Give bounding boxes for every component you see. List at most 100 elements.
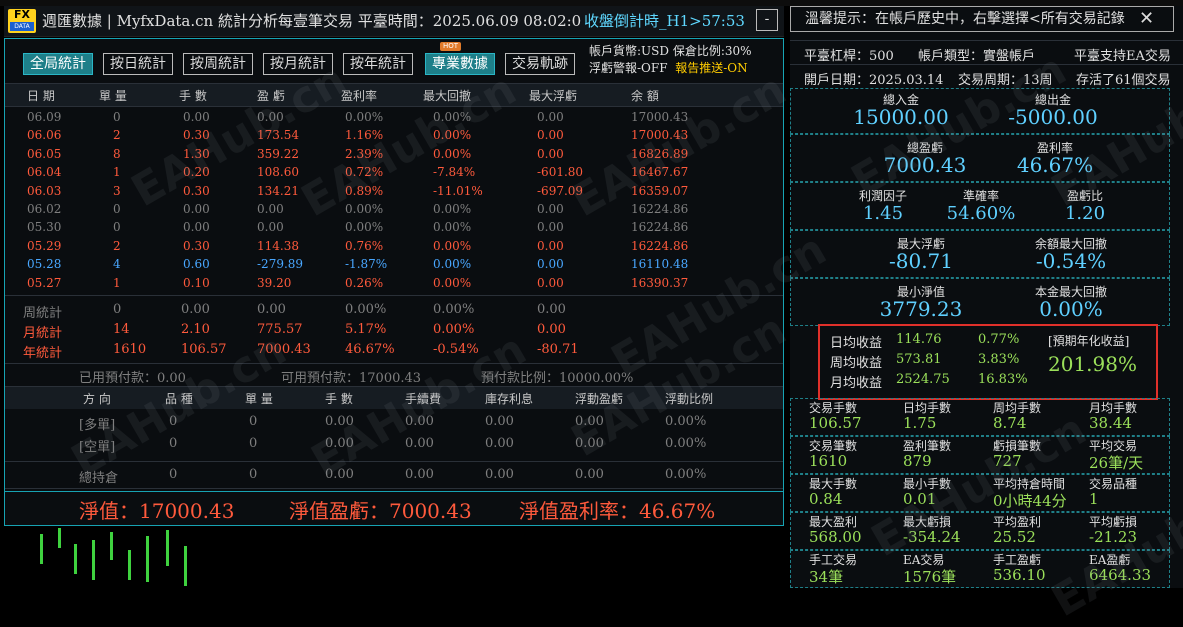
account-currency: 帳戶貨幣:USD 保倉比例:30%: [589, 44, 752, 58]
table-cell: 0.00%: [433, 128, 472, 143]
pos-col-swap: 庫存利息: [485, 392, 534, 406]
tab-monthly[interactable]: 按月統計: [263, 53, 333, 75]
table-cell: 06.03: [27, 183, 62, 198]
stats-row: 最大手數 0.84 最小手數 0.01 平均持倉時間 0小時44分 交易品種 1: [790, 474, 1170, 512]
pos-col-lots: 手 數: [325, 392, 353, 406]
capital-dd-value: 0.00%: [1039, 297, 1103, 321]
table-cell: 06.09: [27, 110, 62, 124]
table-divider: [5, 295, 783, 296]
ea-support: 平臺支持EA交易: [1074, 49, 1171, 64]
table-cell: 4: [113, 257, 121, 272]
free-margin: 可用預付款：17000.43: [281, 371, 422, 386]
stat-value: 727: [993, 452, 1022, 470]
pos-col-fee: 手續費: [405, 392, 442, 406]
annual-return-label: [預期年化收益]: [1048, 334, 1130, 348]
tab-trade-track[interactable]: 交易軌跡: [505, 53, 575, 75]
summary-cell: 0.00%: [433, 302, 475, 317]
summary-cell: 0.00%: [433, 322, 475, 337]
summary-cell: 7000.43: [257, 342, 311, 357]
col-max-float: 最大浮虧: [529, 89, 578, 103]
total-pl-value: 7000.43: [883, 153, 967, 177]
position-cell: 0.00: [575, 436, 604, 451]
weekly-return-pct: 3.83%: [978, 352, 1020, 367]
minimize-button[interactable]: -: [756, 9, 778, 31]
daily-return-value: 114.76: [896, 332, 942, 347]
daily-table-header: 日 期 單 量 手 數 盈 虧 盈利率 最大回撤 最大浮虧 余 額: [5, 83, 783, 107]
table-cell: 16224.86: [631, 202, 689, 216]
tab-daily[interactable]: 按日統計: [103, 53, 173, 75]
total-cell: 0.00: [325, 467, 354, 482]
table-cell: 06.02: [27, 202, 62, 216]
stat-value: 106.57: [809, 414, 862, 432]
table-cell: 134.21: [257, 183, 299, 198]
table-cell: 0.00: [257, 202, 284, 216]
account-info: 帳戶貨幣:USD 保倉比例:30% 浮虧警報-OFF 報告推送-ON: [589, 43, 752, 77]
panel-title-bar[interactable]: FX DATA 週匯數據 | MyfxData.cn 統計分析每壹筆交易 平臺時間…: [4, 6, 784, 37]
position-cell: 0.00: [405, 414, 434, 429]
table-cell: -1.87%: [345, 257, 388, 272]
table-cell: 0.00%: [433, 257, 472, 272]
col-profit-rate: 盈利率: [341, 89, 378, 103]
table-cell: 0.00: [537, 146, 564, 161]
margin-info-row: 已用預付款：0.00 可用預付款：17000.43 預付款比例：10000.00…: [5, 363, 783, 387]
table-cell: 0.00%: [433, 146, 472, 161]
table-cell: 16110.48: [631, 257, 689, 272]
candle-bar: [110, 532, 113, 560]
tab-global[interactable]: 全局統計: [23, 53, 93, 75]
table-row: 05.27 1 0.10 39.20 0.26% 0.00% 0.00 16390.37: [5, 275, 783, 293]
table-cell: 3: [113, 183, 121, 198]
table-cell: 2.39%: [345, 146, 384, 161]
table-cell: 17000.43: [631, 128, 689, 143]
summary-cell: 14: [113, 322, 130, 337]
pl-ratio-value: 1.20: [1064, 203, 1106, 224]
pos-col-float-pl: 浮動盈虧: [575, 392, 624, 406]
float-loss-alert[interactable]: 浮虧警報-OFF: [589, 61, 668, 75]
total-cell: 0.00: [575, 467, 604, 482]
position-row: [空單] 0 0 0.00 0.00 0.00 0.00 0.00%: [5, 435, 783, 455]
table-cell: 05.30: [27, 220, 62, 235]
stat-value: 536.10: [993, 566, 1046, 584]
fx-data-logo: FX DATA: [8, 9, 36, 33]
report-push[interactable]: 報告推送-ON: [675, 61, 747, 75]
stats-row: 交易手數 106.57 日均手數 1.75 周均手數 8.74 月均手數 38.44: [790, 398, 1170, 436]
tab-pro-data[interactable]: HOT 專業數據: [425, 42, 495, 75]
pos-col-float-rate: 浮動比例: [665, 392, 714, 406]
trade-period: 交易周期：13周: [958, 73, 1053, 88]
table-cell: 2: [113, 238, 121, 253]
summary-cell: 周統計: [23, 306, 63, 321]
accuracy-value: 54.60%: [946, 203, 1016, 224]
close-icon[interactable]: ✕: [1139, 10, 1154, 28]
drawdown-box: 最大浮虧 -80.71 余額最大回撤 -0.54%: [790, 230, 1170, 278]
col-max-dd: 最大回撤: [423, 89, 472, 103]
position-cell: [空單]: [79, 440, 116, 455]
monthly-return-value: 2524.75: [896, 372, 950, 387]
total-cell: 0.00: [405, 467, 434, 482]
position-cell: 0: [249, 436, 258, 451]
table-cell: 16224.86: [631, 238, 689, 253]
tab-weekly[interactable]: 按周統計: [183, 53, 253, 75]
deposit-box: 總入金 15000.00 總出金 -5000.00: [790, 88, 1170, 134]
position-cell: 0.00: [325, 436, 354, 451]
monthly-return-label: 月均收益: [830, 376, 883, 391]
table-cell: 114.38: [257, 238, 299, 253]
stat-value: 6464.33: [1089, 566, 1152, 584]
table-row: 06.06 2 0.30 173.54 1.16% 0.00% 0.00 17000.43: [5, 127, 783, 145]
net-profit-rate: 淨值盈利率：46.67%: [519, 499, 716, 523]
position-cell: 0.00: [485, 436, 514, 451]
pos-col-direction: 方 向: [83, 392, 111, 406]
stats-row: 手工交易 34筆 EA交易 1576筆 手工盈虧 536.10 EA盈虧 6464.33: [790, 550, 1170, 588]
table-cell: 2: [113, 128, 121, 143]
table-cell: 0.26%: [345, 275, 384, 290]
table-cell: 1.16%: [345, 128, 384, 143]
stat-value: 1: [1089, 490, 1099, 508]
table-cell: 0.89%: [345, 183, 384, 198]
table-cell: 06.04: [27, 165, 62, 180]
position-cell: 0.00%: [665, 414, 707, 429]
tab-yearly[interactable]: 按年統計: [343, 53, 413, 75]
platform-info-row: 平臺杠桿：500 帳戶類型：實盤帳戶 平臺支持EA交易: [790, 40, 1183, 65]
col-orders: 單 量: [99, 89, 127, 103]
avg-returns-box: 日均收益 114.76 0.77% 周均收益 573.81 3.83% 月均收益…: [818, 324, 1158, 400]
panel-title: 週匯數據 | MyfxData.cn 統計分析每壹筆交易 平臺時間：2025.0…: [42, 12, 582, 30]
accuracy-label: 準確率: [962, 189, 999, 203]
stat-value: -21.23: [1089, 528, 1138, 546]
